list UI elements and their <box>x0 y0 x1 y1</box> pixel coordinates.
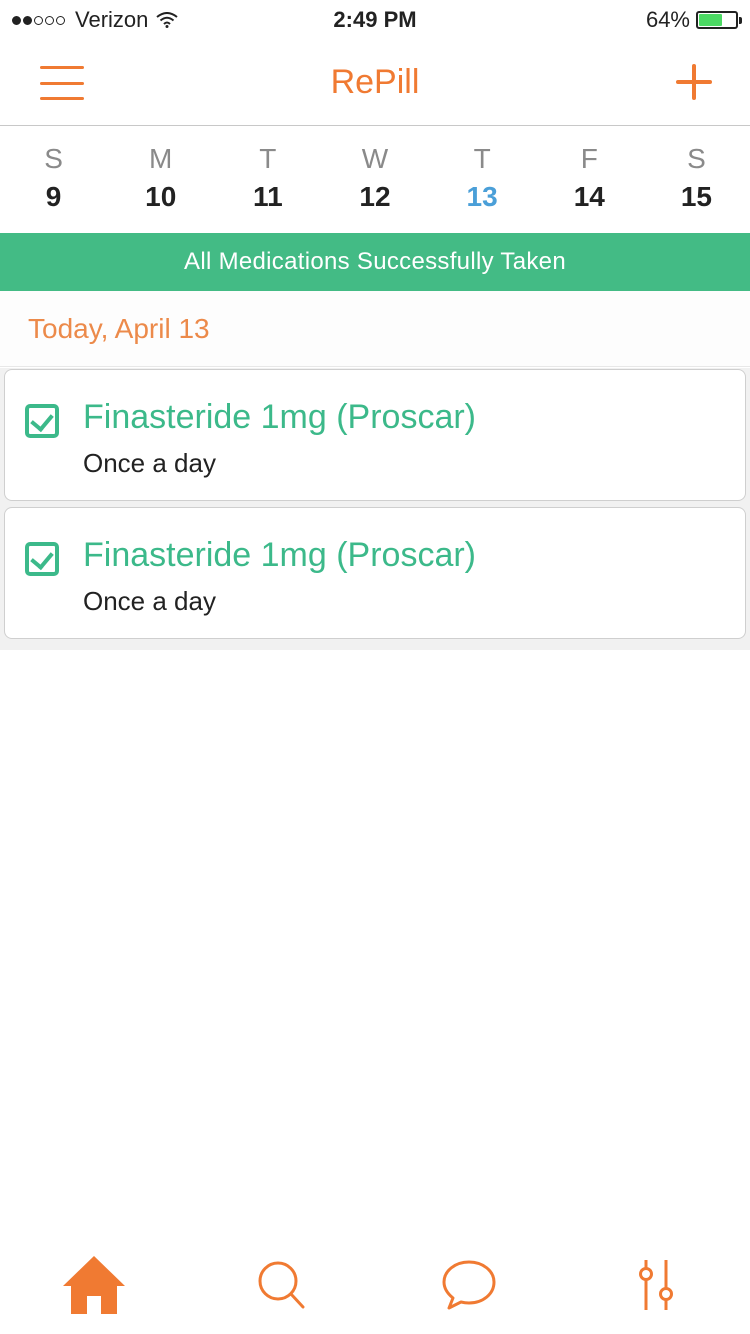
week-day[interactable]: T 11 <box>214 127 321 233</box>
day-number: 15 <box>680 181 712 212</box>
app-title: RePill <box>330 63 420 101</box>
medication-card[interactable]: Finasteride 1mg (Proscar) Once a day <box>4 369 746 501</box>
week-day[interactable]: F 14 <box>536 127 643 233</box>
week-day[interactable]: S9 <box>0 127 107 233</box>
tab-settings[interactable] <box>563 1236 750 1334</box>
day-letter: S <box>44 143 63 174</box>
week-day[interactable]: W 12 <box>321 127 428 233</box>
week-day-today[interactable]: T 13 <box>429 127 536 233</box>
battery-fill <box>699 14 723 26</box>
status-bar: Verizon 2:49 PM 64% <box>0 0 750 40</box>
wifi-icon <box>156 12 179 28</box>
battery-percent: 64% <box>645 7 690 32</box>
day-letter: T <box>473 143 491 174</box>
day-number: 10 <box>145 181 177 212</box>
hamburger-menu-icon[interactable] <box>40 66 84 100</box>
nav-header: RePill <box>0 40 750 126</box>
search-icon <box>258 1261 305 1309</box>
tab-search[interactable] <box>188 1236 376 1334</box>
day-letter: W <box>361 143 389 174</box>
medication-name: Finasteride 1mg (Proscar) <box>83 398 477 436</box>
week-day[interactable]: S 15 <box>643 127 750 233</box>
medication-card[interactable]: Finasteride 1mg (Proscar) Once a day <box>4 507 746 639</box>
medication-frequency: Once a day <box>83 586 216 616</box>
day-number: 11 <box>253 181 283 212</box>
taken-checkbox-icon[interactable] <box>25 542 59 576</box>
tab-bar <box>0 1236 750 1334</box>
medication-frequency: Once a day <box>83 448 216 478</box>
day-number: 13 <box>466 181 498 212</box>
status-banner: All Medications Successfully Taken <box>0 233 750 291</box>
day-number: 12 <box>359 181 391 212</box>
chat-bubble-icon <box>442 1260 496 1310</box>
home-icon <box>62 1256 125 1314</box>
week-day[interactable]: M 10 <box>107 127 214 233</box>
day-letter: T <box>259 143 277 174</box>
date-header: Today, April 13 <box>0 291 750 367</box>
week-strip: S 9 M 10 T 11 W 12 T 13 F 14 S 15 <box>0 127 750 233</box>
signal-icon <box>12 15 67 25</box>
day-number: 9 <box>45 181 62 212</box>
tab-messages[interactable] <box>375 1236 563 1334</box>
day-letter: S <box>687 143 706 174</box>
battery-icon <box>696 11 742 29</box>
day-letter: M <box>149 143 173 174</box>
plus-icon[interactable] <box>676 64 712 100</box>
day-letter: F <box>580 143 598 174</box>
medication-list: Finasteride 1mg (Proscar) Once a day Finas… <box>0 368 750 650</box>
taken-checkbox-icon[interactable] <box>25 404 59 438</box>
settings-sliders-icon <box>639 1260 674 1310</box>
medication-name: Finasteride 1mg (Proscar) <box>83 536 477 574</box>
status-left: Verizon <box>12 7 646 33</box>
tab-home[interactable] <box>0 1236 188 1334</box>
status-right: 64% <box>645 7 742 33</box>
carrier-name: Verizon <box>75 7 149 32</box>
day-number: 14 <box>573 181 605 212</box>
